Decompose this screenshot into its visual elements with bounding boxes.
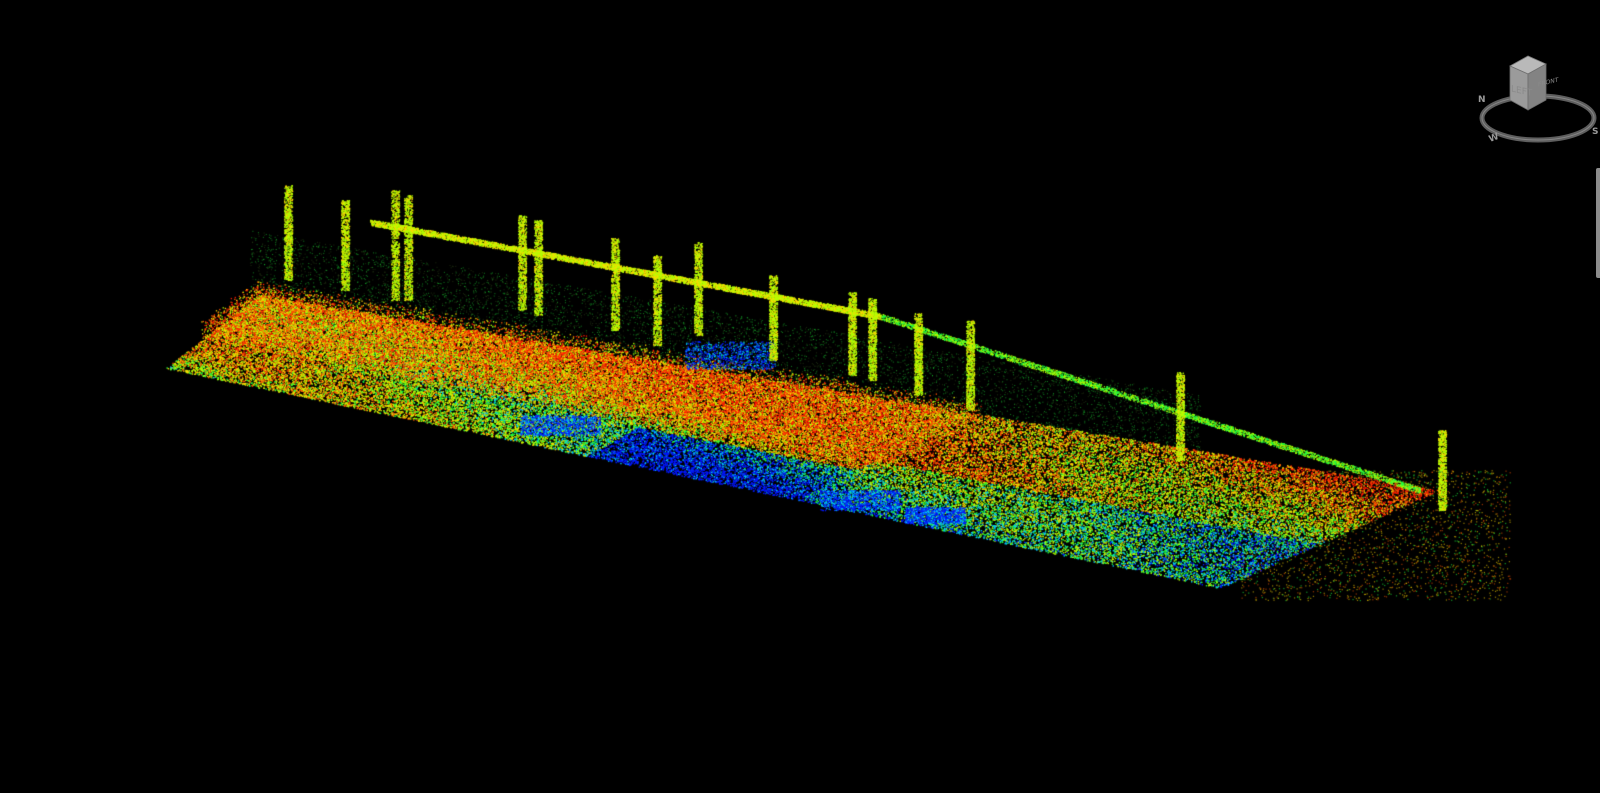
point-cloud-viewport[interactable]: LEFT FRONT N W S xyxy=(0,0,1600,793)
view-cube[interactable]: LEFT FRONT N W S xyxy=(1476,52,1600,152)
compass-s-label[interactable]: S xyxy=(1592,127,1598,137)
compass-n-label[interactable]: N xyxy=(1478,95,1486,105)
view-cube-icon[interactable]: LEFT FRONT N W S xyxy=(1476,52,1600,152)
point-cloud-canvas[interactable] xyxy=(0,0,1600,793)
panel-tab-icon[interactable] xyxy=(1596,168,1600,278)
